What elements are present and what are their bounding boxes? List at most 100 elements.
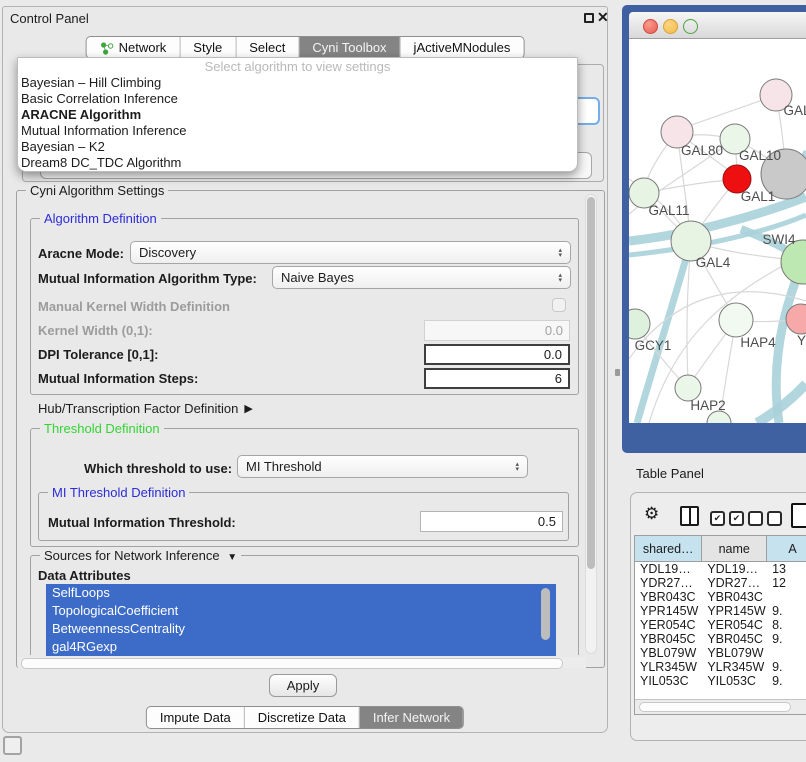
table-row[interactable]: YBR045CYBR045C9.	[635, 632, 806, 646]
minimize-traffic-light-icon[interactable]	[663, 19, 678, 34]
network-node-hap4[interactable]	[719, 303, 753, 337]
mi-steps-label: Mutual Information Steps:	[38, 371, 198, 386]
table-cell: YDR27…	[635, 576, 702, 590]
attribute-item-gal4rgexp[interactable]: gal4RGexp	[46, 638, 556, 656]
algorithm-option-basic-correlation-inference[interactable]: Basic Correlation Inference	[18, 91, 577, 107]
network-node-label: GCY1	[635, 338, 672, 353]
table-cell: YBR045C	[635, 632, 702, 646]
tab-discretize-data[interactable]: Discretize Data	[244, 707, 359, 728]
table-partial-icon[interactable]	[791, 503, 806, 528]
node-table[interactable]: shared…nameA YDL19…YDL19…13YDR27…YDR27…1…	[634, 535, 806, 715]
tab-jactivemnodules[interactable]: jActiveMNodules	[400, 37, 524, 58]
column-header-a[interactable]: A	[767, 536, 806, 561]
dpi-tolerance-label: DPI Tolerance [0,1]:	[38, 347, 158, 362]
mi-threshold-field[interactable]: 0.5	[420, 511, 563, 532]
settings-hscrollbar[interactable]	[18, 657, 586, 668]
table-hscrollbar-thumb[interactable]	[639, 702, 791, 712]
table-row[interactable]: YER054CYER054C8.	[635, 618, 806, 632]
table-row[interactable]: YPR145WYPR145W9.	[635, 604, 806, 618]
mi-type-combo[interactable]: Naive Bayes ▴▾	[272, 266, 571, 289]
tab-style[interactable]: Style	[179, 37, 235, 58]
manual-kernel-checkbox[interactable]	[552, 298, 566, 312]
attributes-vscrollbar[interactable]	[540, 586, 552, 654]
algorithm-option-dream8-dc-tdc-algorithm[interactable]: Dream8 DC_TDC Algorithm	[18, 155, 577, 171]
settings-vscrollbar-thumb[interactable]	[587, 197, 595, 569]
network-window-titlebar[interactable]	[629, 12, 806, 39]
table-cell: 13	[767, 562, 806, 576]
table-cell: 8.	[767, 618, 806, 632]
dpi-tolerance-field[interactable]: 0.0	[424, 344, 570, 365]
tab-cyni-toolbox[interactable]: Cyni Toolbox	[298, 37, 399, 58]
tab-select[interactable]: Select	[235, 37, 298, 58]
table-row[interactable]: YBR043CYBR043C	[635, 590, 806, 604]
table-hscrollbar[interactable]	[635, 699, 806, 714]
network-canvas[interactable]: GALGAL80GAL10GAL1GAL11SWI4GAL4GCY1HAP4YH…	[629, 39, 806, 423]
manual-kernel-label: Manual Kernel Width Definition	[38, 299, 230, 314]
network-node-label: HAP2	[690, 398, 725, 413]
table-cell: 9.	[767, 660, 806, 674]
kernel-width-label: Kernel Width (0,1):	[38, 323, 153, 338]
network-node-label: GAL1	[741, 189, 776, 204]
network-node-gcy1[interactable]	[629, 309, 650, 339]
table-cell: YDR27…	[702, 576, 767, 590]
zoom-traffic-light-icon[interactable]	[683, 19, 698, 34]
attribute-item-topologicalcoefficient[interactable]: TopologicalCoefficient	[46, 602, 556, 620]
tab-label: Cyni Toolbox	[312, 40, 386, 55]
column-header-shared[interactable]: shared…	[635, 536, 702, 561]
tab-label: Style	[193, 40, 222, 55]
settings-vscrollbar[interactable]	[585, 194, 597, 654]
algorithm-popup-list: Bayesian – Hill ClimbingBasic Correlatio…	[18, 75, 577, 171]
network-node-label: GAL4	[696, 255, 731, 270]
mi-steps-value: 6	[555, 371, 562, 386]
hub-tf-label: Hub/Transcription Factor Definition	[38, 401, 238, 416]
control-panel-title: Control Panel	[10, 11, 89, 26]
attributes-vscrollbar-thumb[interactable]	[541, 588, 550, 640]
splitter-handle[interactable]	[615, 369, 620, 376]
which-threshold-combo[interactable]: MI Threshold ▴▾	[237, 455, 528, 478]
column-split-icon[interactable]	[680, 506, 699, 526]
tab-infer-network[interactable]: Infer Network	[359, 707, 463, 728]
table-cell: 9.	[767, 674, 806, 688]
dpi-tolerance-value: 0.0	[544, 347, 562, 362]
table-row[interactable]: YDR27…YDR27…12	[635, 576, 806, 590]
table-row[interactable]: YIL053CYIL053C9.	[635, 674, 806, 688]
column-header-name[interactable]: name	[702, 536, 767, 561]
network-node-label: HAP4	[740, 335, 776, 350]
algorithm-option-aracne-algorithm[interactable]: ARACNE Algorithm	[18, 107, 577, 123]
apply-button-label: Apply	[287, 678, 320, 693]
panel-corner-button[interactable]	[3, 736, 22, 755]
tab-impute-data[interactable]: Impute Data	[147, 707, 244, 728]
mi-steps-field[interactable]: 6	[424, 368, 570, 389]
sources-group-title[interactable]: Sources for Network Inference ▼	[40, 548, 241, 563]
tab-network[interactable]: Network	[87, 37, 180, 58]
tab-label: Select	[249, 40, 285, 55]
table-cell: YLR345W	[702, 660, 767, 674]
apply-button[interactable]: Apply	[269, 674, 337, 697]
settings-hscrollbar-thumb[interactable]	[21, 658, 563, 669]
table-cell: YDL19…	[635, 562, 702, 576]
gear-icon[interactable]: ⚙	[644, 504, 659, 524]
close-traffic-light-icon[interactable]	[643, 19, 658, 34]
kernel-width-field[interactable]: 0.0	[424, 320, 570, 341]
algorithm-option-bayesian-k2[interactable]: Bayesian – K2	[18, 139, 577, 155]
application-root: Control Panel ✕ Network Style Select Cyni T…	[0, 0, 806, 762]
table-row[interactable]: YDL19…YDL19…13	[635, 562, 806, 576]
algorithm-option-mutual-information-inference[interactable]: Mutual Information Inference	[18, 123, 577, 139]
attribute-item-betweennesscentrality[interactable]: BetweennessCentrality	[46, 620, 556, 638]
close-window-icon[interactable]: ✕	[597, 9, 609, 26]
algorithm-definition-title: Algorithm Definition	[40, 211, 161, 226]
threshold-definition-title: Threshold Definition	[40, 421, 164, 436]
data-attributes-list[interactable]: SelfLoopsTopologicalCoefficientBetweenne…	[46, 584, 556, 656]
hub-tf-expander[interactable]: Hub/Transcription Factor Definition ▶	[38, 401, 253, 416]
aracne-mode-combo[interactable]: Discovery ▴▾	[130, 241, 571, 264]
table-cell: YER054C	[635, 618, 702, 632]
table-row[interactable]: YBL079WYBL079W	[635, 646, 806, 660]
deselect-all-icon[interactable]	[748, 511, 786, 526]
attribute-item-selfloops[interactable]: SelfLoops	[46, 584, 556, 602]
table-row[interactable]: YLR345WYLR345W9.	[635, 660, 806, 674]
select-all-icon[interactable]: ✔✔	[710, 511, 748, 526]
algorithm-option-bayesian-hill-climbing[interactable]: Bayesian – Hill Climbing	[18, 75, 577, 91]
float-window-icon[interactable]	[584, 13, 594, 23]
table-cell: YBL079W	[702, 646, 767, 660]
table-rows: YDL19…YDL19…13YDR27…YDR27…12YBR043CYBR04…	[635, 562, 806, 688]
